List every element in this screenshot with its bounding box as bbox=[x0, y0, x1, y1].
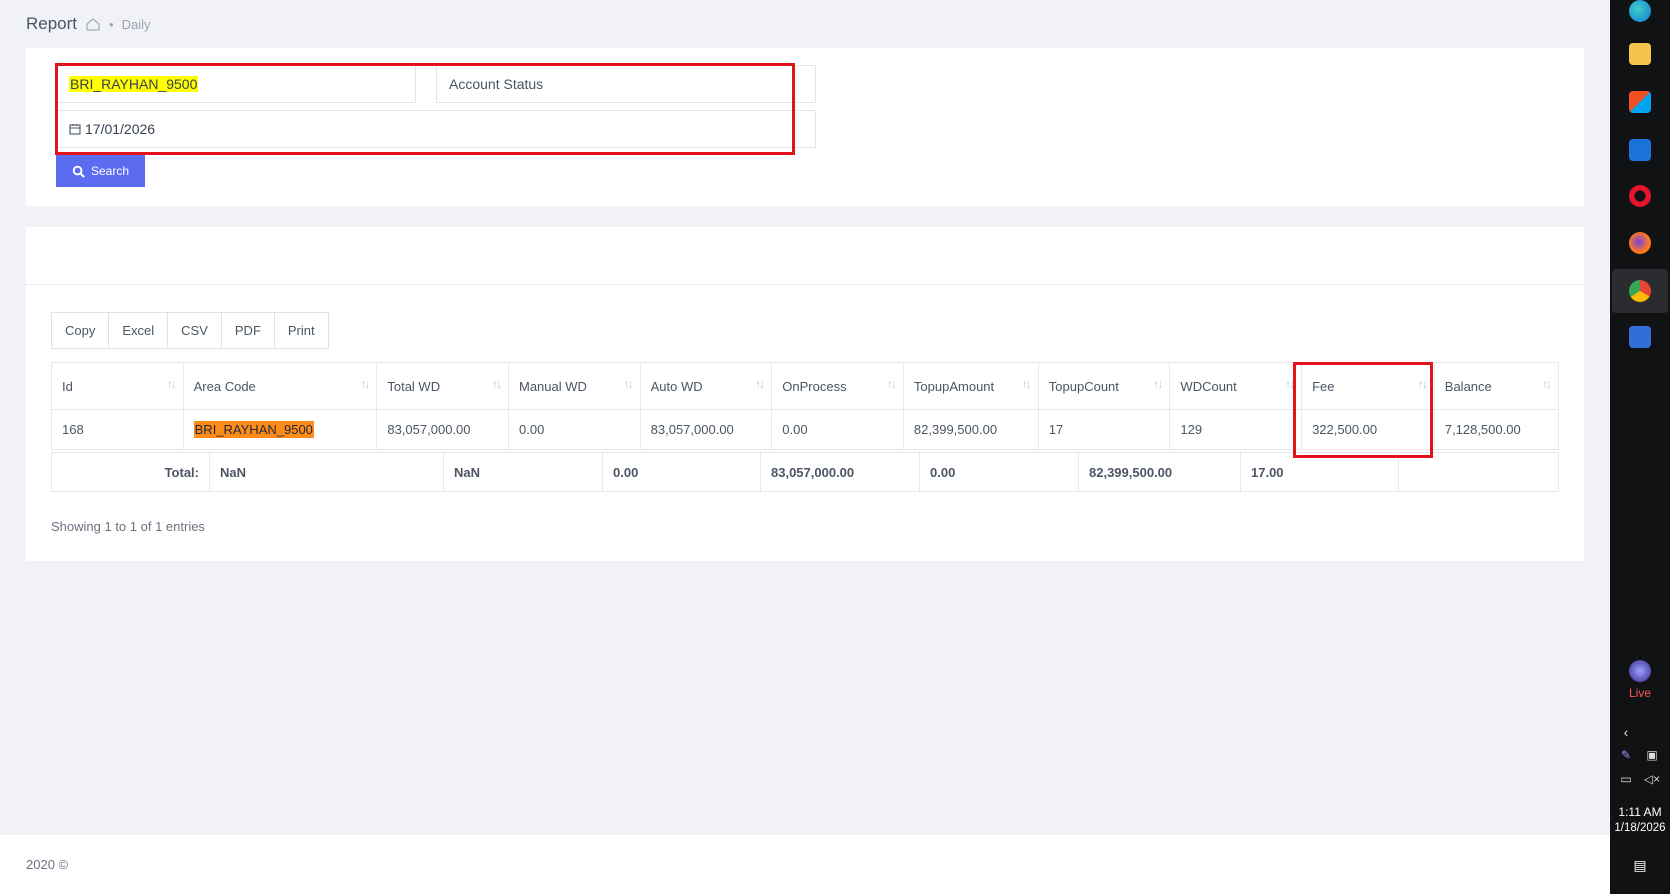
cell-onprocess: 0.00 bbox=[771, 409, 904, 450]
opera-icon[interactable] bbox=[1629, 185, 1651, 207]
column-header-wd-count[interactable]: WDCount ↑↓ bbox=[1169, 362, 1303, 410]
cell-balance: 7,128,500.00 bbox=[1433, 409, 1560, 450]
cell-topup-amount: 82,399,500.00 bbox=[902, 409, 1039, 450]
sort-icon: ↑↓ bbox=[623, 377, 634, 391]
export-toolbar: Copy Excel CSV PDF Print bbox=[51, 312, 329, 349]
table-row: 168 BRI_RAYHAN_9500 83,057,000.00 0.00 8… bbox=[51, 409, 1560, 450]
copy-button[interactable]: Copy bbox=[52, 313, 110, 348]
cell-manual-wd: 0.00 bbox=[508, 409, 641, 450]
calculator-icon[interactable] bbox=[1629, 326, 1651, 348]
footer: 2020 © bbox=[0, 835, 1610, 894]
area-code-input[interactable]: BRI_RAYHAN_9500 bbox=[56, 65, 416, 103]
account-status-placeholder: Account Status bbox=[449, 76, 544, 92]
cell-total-wd: 83,057,000.00 bbox=[376, 409, 509, 450]
total-cell: NaN bbox=[444, 453, 603, 491]
app-window: Report • Daily BRI_RAYHAN_9500 Account S… bbox=[0, 0, 1610, 894]
column-header-topup-amount[interactable]: TopupAmount ↑↓ bbox=[902, 362, 1039, 410]
cell-auto-wd: 83,057,000.00 bbox=[639, 409, 773, 450]
cell-fee: 322,500.00 bbox=[1301, 409, 1435, 450]
file-explorer-icon[interactable] bbox=[1629, 43, 1651, 65]
sort-icon: ↑↓ bbox=[1153, 377, 1163, 391]
search-icon bbox=[72, 165, 85, 178]
search-button[interactable]: Search bbox=[56, 155, 145, 187]
volume-muted-icon[interactable]: ◁× bbox=[1622, 772, 1670, 786]
total-cell: NaN bbox=[210, 453, 444, 491]
column-header-fee[interactable]: Fee ↑↓ bbox=[1301, 362, 1435, 410]
report-card: Copy Excel CSV PDF Print Id ↑↓ Area Code ↑… bbox=[26, 227, 1584, 561]
total-cell: 83,057,000.00 bbox=[761, 453, 920, 491]
taskbar: Live ‹ ✎ ▣ ▭ ◁× 1:11 AM 1/18/2026 ▤ bbox=[1610, 0, 1670, 894]
cell-topup-count: 17 bbox=[1037, 409, 1171, 450]
sort-icon: ↑↓ bbox=[1417, 377, 1428, 391]
sort-icon: ↑↓ bbox=[755, 377, 765, 391]
chevron-left-icon[interactable]: ‹ bbox=[1596, 724, 1656, 740]
excel-button[interactable]: Excel bbox=[109, 313, 169, 348]
total-cell: 0.00 bbox=[603, 453, 761, 491]
csv-button[interactable]: CSV bbox=[168, 313, 222, 348]
calendar-icon bbox=[69, 124, 81, 135]
notification-icon[interactable]: ▤ bbox=[1610, 857, 1670, 874]
total-cell: 82,399,500.00 bbox=[1079, 453, 1241, 491]
live-avatar-icon[interactable] bbox=[1629, 660, 1651, 682]
cell-wd-count: 129 bbox=[1169, 409, 1303, 450]
chrome-icon[interactable] bbox=[1629, 280, 1651, 302]
filter-card: BRI_RAYHAN_9500 Account Status 17/01/202… bbox=[26, 48, 1584, 206]
print-button[interactable]: Print bbox=[274, 313, 328, 348]
column-header-auto-wd[interactable]: Auto WD ↑↓ bbox=[639, 362, 773, 410]
sort-icon: ↑↓ bbox=[1285, 377, 1295, 391]
cell-area-code: BRI_RAYHAN_9500 bbox=[182, 409, 378, 450]
column-header-total-wd[interactable]: Total WD ↑↓ bbox=[376, 362, 509, 410]
page-title: Report bbox=[26, 14, 78, 33]
total-cell: 0.00 bbox=[920, 453, 1079, 491]
totals-label: Total: bbox=[52, 453, 210, 491]
pdf-button[interactable]: PDF bbox=[221, 313, 275, 348]
column-header-manual-wd[interactable]: Manual WD ↑↓ bbox=[508, 362, 641, 410]
report-table: Id ↑↓ Area Code ↑↓ Total WD ↑↓ Manual WD ↑↓ … bbox=[51, 362, 1560, 450]
breadcrumb-separator: • bbox=[109, 16, 114, 32]
sort-icon: ↑↓ bbox=[360, 377, 370, 391]
page-header: Report • Daily bbox=[26, 12, 151, 36]
live-label: Live bbox=[1628, 686, 1651, 700]
column-header-id[interactable]: Id ↑↓ bbox=[51, 362, 184, 410]
table-info: Showing 1 to 1 of 1 entries bbox=[51, 519, 205, 534]
clock-date[interactable]: 1/18/2026 bbox=[1610, 822, 1670, 834]
totals-row: Total: NaN NaN 0.00 83,057,000.00 0.00 8… bbox=[51, 452, 1559, 492]
outlook-icon[interactable] bbox=[1629, 139, 1651, 161]
date-value: 17/01/2026 bbox=[85, 121, 156, 137]
sort-icon: ↑↓ bbox=[166, 377, 177, 391]
column-header-onprocess[interactable]: OnProcess ↑↓ bbox=[771, 362, 904, 410]
search-label: Search bbox=[90, 164, 130, 178]
card-header bbox=[26, 227, 1584, 285]
sort-icon: ↑↓ bbox=[1021, 377, 1032, 391]
column-header-area-code[interactable]: Area Code ↑↓ bbox=[182, 362, 378, 410]
table-header-row: Id ↑↓ Area Code ↑↓ Total WD ↑↓ Manual WD ↑↓ … bbox=[51, 362, 1560, 410]
clock-time[interactable]: 1:11 AM bbox=[1610, 805, 1670, 819]
home-icon[interactable] bbox=[85, 16, 101, 32]
date-input[interactable]: 17/01/2026 bbox=[56, 110, 816, 148]
column-header-topup-count[interactable]: TopupCount ↑↓ bbox=[1037, 362, 1171, 410]
meet-icon[interactable]: ▣ bbox=[1622, 748, 1670, 762]
area-code-value: BRI_RAYHAN_9500 bbox=[69, 76, 199, 92]
column-header-balance[interactable]: Balance ↑↓ bbox=[1433, 362, 1560, 410]
store-icon[interactable] bbox=[1629, 91, 1651, 113]
breadcrumb[interactable]: Daily bbox=[122, 17, 151, 32]
edge-icon[interactable] bbox=[1629, 0, 1651, 22]
sort-icon: ↑↓ bbox=[1542, 377, 1552, 391]
sort-icon: ↑↓ bbox=[886, 377, 897, 391]
total-cell bbox=[1399, 453, 1558, 491]
account-status-select[interactable]: Account Status bbox=[436, 65, 816, 103]
total-cell: 17.00 bbox=[1241, 453, 1399, 491]
area-code-highlight: BRI_RAYHAN_9500 bbox=[193, 421, 314, 438]
footer-text: 2020 © bbox=[26, 857, 69, 872]
firefox-icon[interactable] bbox=[1629, 232, 1651, 254]
cell-id: 168 bbox=[51, 409, 184, 450]
sort-icon: ↑↓ bbox=[492, 377, 502, 391]
